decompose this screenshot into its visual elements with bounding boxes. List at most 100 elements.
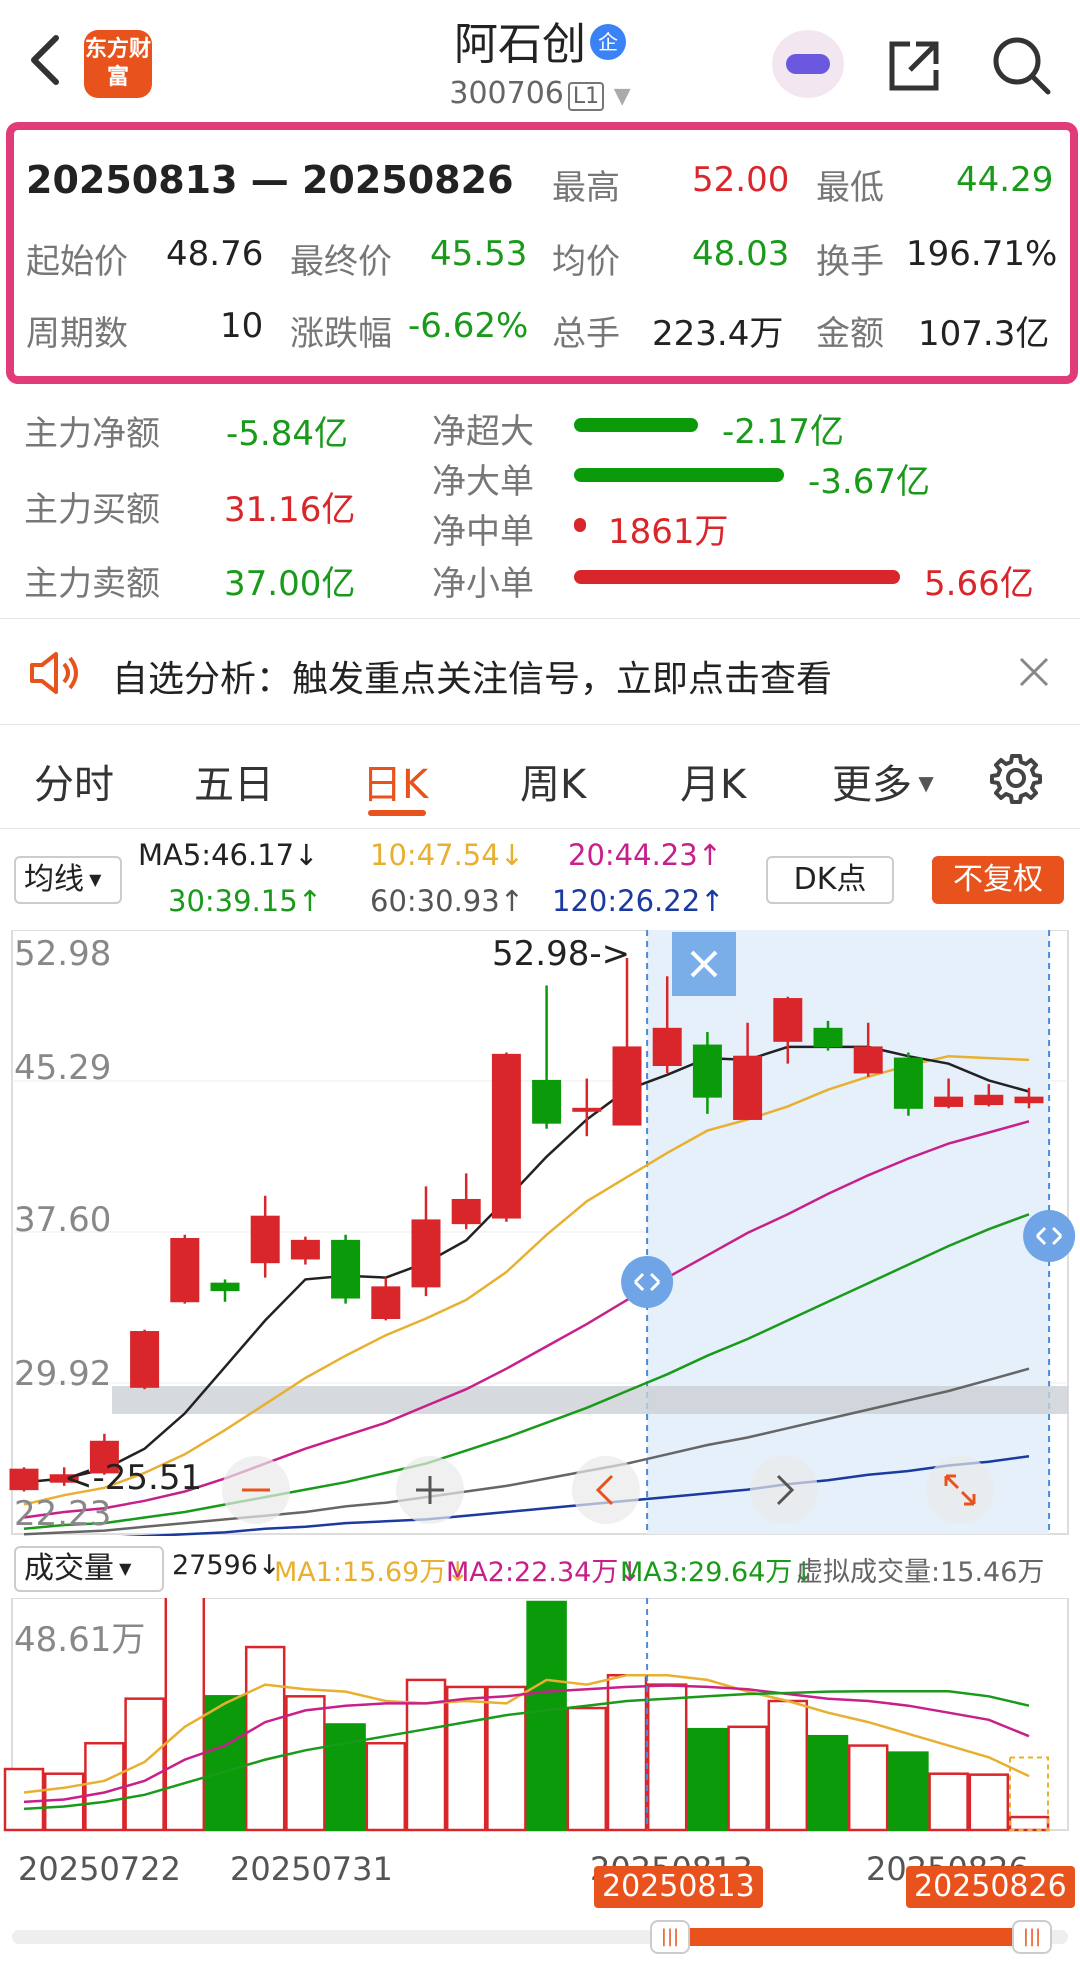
candle-body	[250, 1215, 280, 1264]
candle	[411, 1186, 441, 1297]
volume-bar	[968, 1773, 1010, 1832]
high-marker: 52.98->	[492, 934, 631, 974]
net-xl-value: -2.17亿	[722, 412, 844, 452]
search-icon[interactable]	[990, 34, 1052, 96]
dk-point-button[interactable]: DK点	[766, 856, 894, 904]
net-m-value: 1861万	[608, 512, 729, 552]
main-sell-label: 主力卖额	[24, 564, 160, 604]
assistant-robot-icon[interactable]	[772, 30, 844, 98]
gear-icon[interactable]	[990, 752, 1042, 804]
tab-daily-k[interactable]: 日K	[362, 752, 428, 810]
ma-selector[interactable]: 均线 ▼	[14, 856, 122, 904]
price-tick: 45.29	[14, 1048, 112, 1088]
range-start-tag[interactable]: 20250813	[594, 1866, 763, 1908]
selection-area	[647, 930, 1050, 1534]
no-adjust-button[interactable]: 不复权	[932, 856, 1064, 904]
tab-more[interactable]: 更多 ▼	[832, 752, 934, 810]
close-label: 最终价	[290, 242, 392, 282]
volume-chart[interactable]	[0, 1598, 1080, 1834]
tab-five-day[interactable]: 五日	[194, 752, 274, 810]
net-l-value: -3.67亿	[808, 462, 930, 502]
range-left-handle[interactable]: |||	[650, 1920, 690, 1954]
close-value: 45.53	[430, 234, 528, 274]
net-s-label: 净小单	[432, 564, 534, 604]
candle-body	[411, 1219, 441, 1288]
price-tick: 37.60	[14, 1200, 112, 1240]
selection-close-icon	[672, 932, 736, 996]
candle-body	[491, 1053, 521, 1219]
share-icon[interactable]	[884, 36, 944, 96]
candle-body	[974, 1094, 1004, 1106]
low-label: 最低	[816, 168, 884, 208]
chevron-left-icon[interactable]	[572, 1456, 640, 1524]
volume-bar	[807, 1734, 849, 1832]
candle-body	[130, 1331, 160, 1388]
ma120-value: 120:26.22↑	[552, 884, 725, 918]
candle-body	[612, 1046, 642, 1126]
net-m-label: 净中单	[432, 512, 534, 552]
candle	[893, 1052, 923, 1116]
close-icon[interactable]	[1018, 656, 1050, 688]
expand-icon-bg	[926, 1456, 994, 1524]
volume-bar	[486, 1685, 527, 1832]
low-marker: <-25.51	[64, 1458, 203, 1498]
volume-bar	[526, 1600, 567, 1832]
chevron-left-icon-bg	[572, 1456, 640, 1524]
low-value: 44.29	[956, 160, 1054, 200]
main-net-value: -5.84亿	[226, 414, 348, 454]
stock-name: 阿石创	[454, 19, 586, 70]
volume-bar	[204, 1695, 246, 1832]
header: 东方财富 阿石创企 300706 L1 ▼	[0, 0, 1080, 120]
enterprise-badge: 企	[590, 24, 626, 60]
chevron-right-icon[interactable]	[750, 1456, 818, 1524]
tab-monthly-k[interactable]: 月K	[680, 752, 746, 810]
candle	[130, 1329, 160, 1390]
plus-icon[interactable]	[396, 1456, 464, 1524]
net-m-bar	[574, 518, 586, 532]
divider	[0, 828, 1080, 829]
net-s-value: 5.66亿	[924, 564, 1034, 604]
candle	[331, 1234, 361, 1304]
range-fill	[664, 1928, 1028, 1946]
volume-current: 27596↓	[172, 1550, 281, 1581]
expand-icon[interactable]	[926, 1456, 994, 1524]
candle	[532, 985, 562, 1129]
count-label: 周期数	[26, 314, 128, 354]
candle-body	[773, 998, 803, 1042]
volume-tick: 48.61万	[14, 1620, 146, 1660]
tab-weekly-k[interactable]: 周K	[520, 752, 586, 810]
range-right-handle[interactable]: |||	[1012, 1920, 1052, 1954]
active-tab-indicator	[368, 810, 426, 816]
volume-bar	[566, 1706, 608, 1832]
virtual-volume: 虚拟成交量:15.46万	[796, 1557, 1045, 1588]
notice-text[interactable]: 自选分析：触发重点关注信号，立即点击查看	[112, 650, 832, 702]
selection-drag-handle	[1023, 1210, 1076, 1262]
candle	[170, 1234, 200, 1304]
volume-ma2: MA2:22.34万↓	[446, 1557, 641, 1588]
candle-body	[572, 1107, 602, 1112]
main-net-label: 主力净额	[24, 414, 160, 454]
volume-selector[interactable]: 成交量 ▼	[14, 1546, 164, 1592]
range-end-tag[interactable]: 20250826	[906, 1866, 1075, 1908]
high-label: 最高	[552, 168, 620, 208]
volume-bar	[847, 1744, 889, 1832]
candle	[250, 1195, 280, 1278]
candle	[210, 1279, 240, 1302]
candle-body	[1014, 1096, 1044, 1104]
handle-bg	[1023, 1210, 1076, 1262]
volume-bar	[244, 1645, 286, 1832]
candle	[290, 1236, 320, 1265]
divider	[0, 724, 1080, 725]
volume-bar	[606, 1673, 648, 1832]
candle	[491, 1052, 521, 1222]
minus-icon[interactable]	[222, 1456, 290, 1524]
dropdown-icon[interactable]: ▼	[614, 84, 631, 109]
kline-chart[interactable]	[0, 930, 1080, 1536]
tab-intraday[interactable]: 分时	[34, 752, 114, 810]
volume-bar	[43, 1772, 85, 1832]
candle	[371, 1277, 401, 1321]
candle-body	[9, 1468, 39, 1491]
volume-ma3: MA3:29.64万↓	[620, 1557, 815, 1588]
date-label: 20250731	[230, 1850, 393, 1888]
main-buy-label: 主力买额	[24, 490, 160, 530]
